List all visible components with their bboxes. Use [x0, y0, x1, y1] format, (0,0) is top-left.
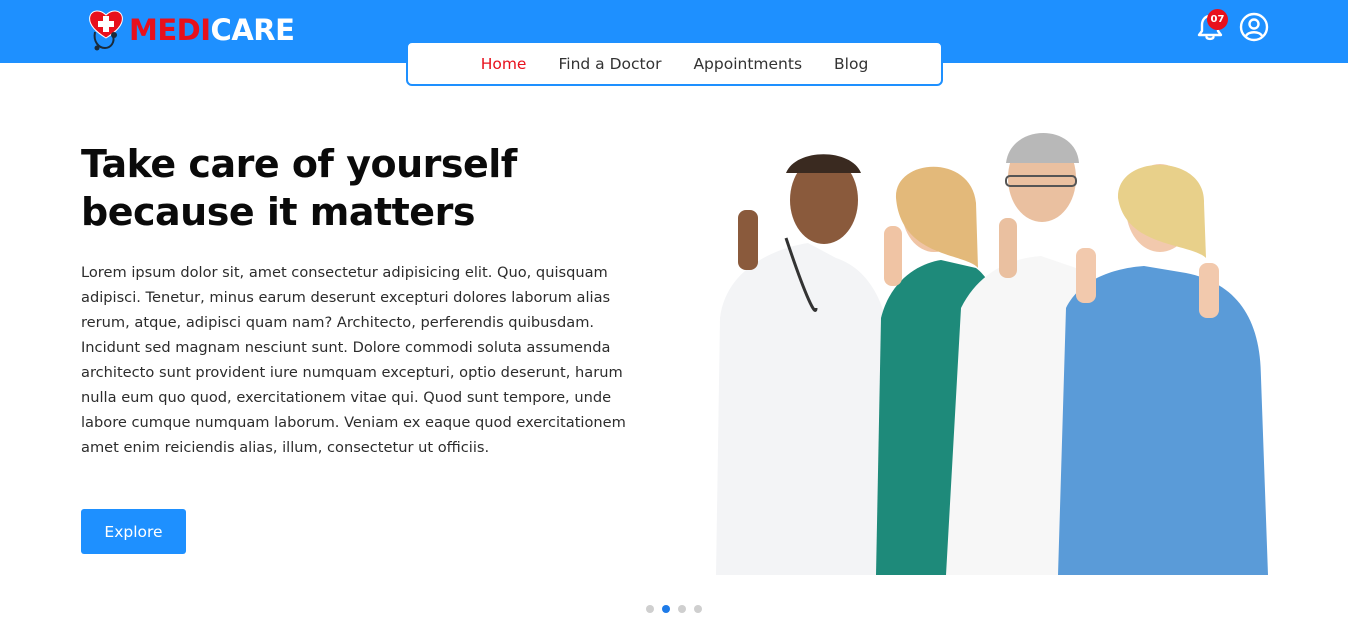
carousel-dot[interactable]: [646, 605, 654, 613]
nav-item-find-a-doctor[interactable]: Find a Doctor: [542, 55, 677, 73]
nav-item-appointments[interactable]: Appointments: [677, 55, 818, 73]
user-circle-icon[interactable]: [1239, 12, 1269, 42]
carousel-dot[interactable]: [694, 605, 702, 613]
main-nav: Home Find a Doctor Appointments Blog: [406, 41, 943, 86]
nav-item-home[interactable]: Home: [465, 55, 543, 73]
hero-title: Take care of yourself because it matters: [81, 142, 517, 234]
heart-stethoscope-icon: [87, 8, 125, 52]
brand-name-part2: CARE: [210, 12, 295, 47]
carousel-dot-active[interactable]: [662, 605, 670, 613]
notification-badge: 07: [1207, 9, 1228, 30]
carousel-dots: [646, 605, 702, 613]
nav-item-blog[interactable]: Blog: [818, 55, 884, 73]
brand-name: MEDICARE: [129, 12, 295, 47]
brand-logo[interactable]: MEDICARE: [87, 8, 295, 52]
brand-name-part1: MEDI: [129, 12, 211, 47]
explore-button[interactable]: Explore: [81, 509, 186, 554]
hero-description: Lorem ipsum dolor sit, amet consectetur …: [81, 264, 626, 456]
carousel-dot[interactable]: [678, 605, 686, 613]
doctors-team-image: [716, 118, 1268, 575]
